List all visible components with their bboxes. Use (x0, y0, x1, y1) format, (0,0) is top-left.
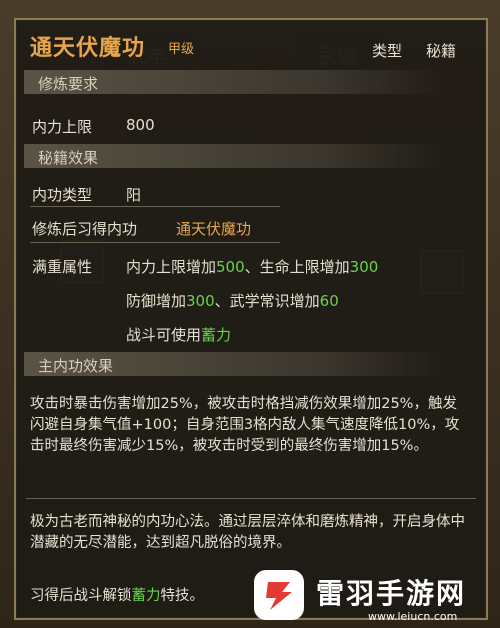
brand-url: www.leiucn.com (368, 610, 458, 623)
learned-value: 通天伏魔功 (176, 220, 252, 238)
section-effects-title: 秘籍效果 (38, 149, 99, 167)
title-row: 通天伏魔功 甲级 类型 秘籍 (16, 20, 486, 66)
divider (30, 206, 280, 207)
attr-value: 300 (349, 258, 379, 276)
learn-skill: 蓄力 (131, 588, 161, 604)
section-main-effect: 主内功效果 (24, 352, 444, 376)
type-label: 类型 (372, 42, 403, 60)
divider (26, 498, 476, 499)
learn-text: 习得后战斗解锁 (30, 588, 132, 604)
learn-unlock-line: 习得后战斗解锁蓄力特技。 (30, 584, 204, 605)
watermark: 雷羽手游网 www.leiucn.com (246, 566, 500, 628)
attr-text: 防御增加 (126, 292, 187, 310)
divider (30, 242, 280, 243)
section-effects: 秘籍效果 (24, 144, 444, 168)
item-tooltip: 通天伏魔功 甲级 类型 秘籍 修炼要求 内力上限 800 秘籍效果 内功类型 阳… (14, 18, 488, 620)
full-attr-line-1: 内力上限增加500、生命上限增加300 (126, 256, 378, 277)
full-attr-line-3: 战斗可使用蓄力 (126, 324, 231, 345)
type-value: 秘籍 (426, 42, 457, 60)
attr-value: 60 (319, 292, 339, 310)
attr-value: 500 (216, 258, 245, 276)
brand-name: 雷羽手游网 (316, 577, 467, 610)
skill-type-value: 阳 (126, 186, 142, 204)
attr-text: 内力上限增加 (126, 258, 217, 276)
full-attr-label: 满重属性 (32, 258, 93, 276)
attr-text: 、武学常识增加 (214, 292, 320, 310)
section-main-effect-title: 主内功效果 (38, 357, 114, 375)
attr-value: 蓄力 (201, 326, 232, 344)
learned-label: 修炼后习得内功 (32, 220, 138, 238)
section-requirement-title: 修炼要求 (38, 75, 99, 93)
requirement-label: 内力上限 (32, 118, 93, 136)
requirement-value: 800 (126, 116, 155, 134)
attr-text: 、生命上限增加 (244, 258, 350, 276)
main-effect-text: 攻击时暴击伤害增加25%，被攻击时格挡减伤效果增加25%，触发闪避自身集气值+1… (30, 396, 460, 454)
brand-logo-icon (254, 570, 304, 620)
section-requirement: 修炼要求 (24, 70, 444, 94)
skill-type-label: 内功类型 (32, 186, 93, 204)
item-name: 通天伏魔功 (30, 36, 146, 61)
attr-value: 300 (186, 292, 215, 310)
description-text: 极为古老而神秘的内功心法。通过层层淬体和磨炼精神，开启身体中潜藏的无尽潜能，达到… (30, 514, 465, 551)
attr-text: 战斗可使用 (126, 326, 202, 344)
item-grade: 甲级 (168, 42, 195, 57)
learn-text: 特技。 (160, 588, 205, 604)
full-attr-line-2: 防御增加300、武学常识增加60 (126, 290, 339, 311)
